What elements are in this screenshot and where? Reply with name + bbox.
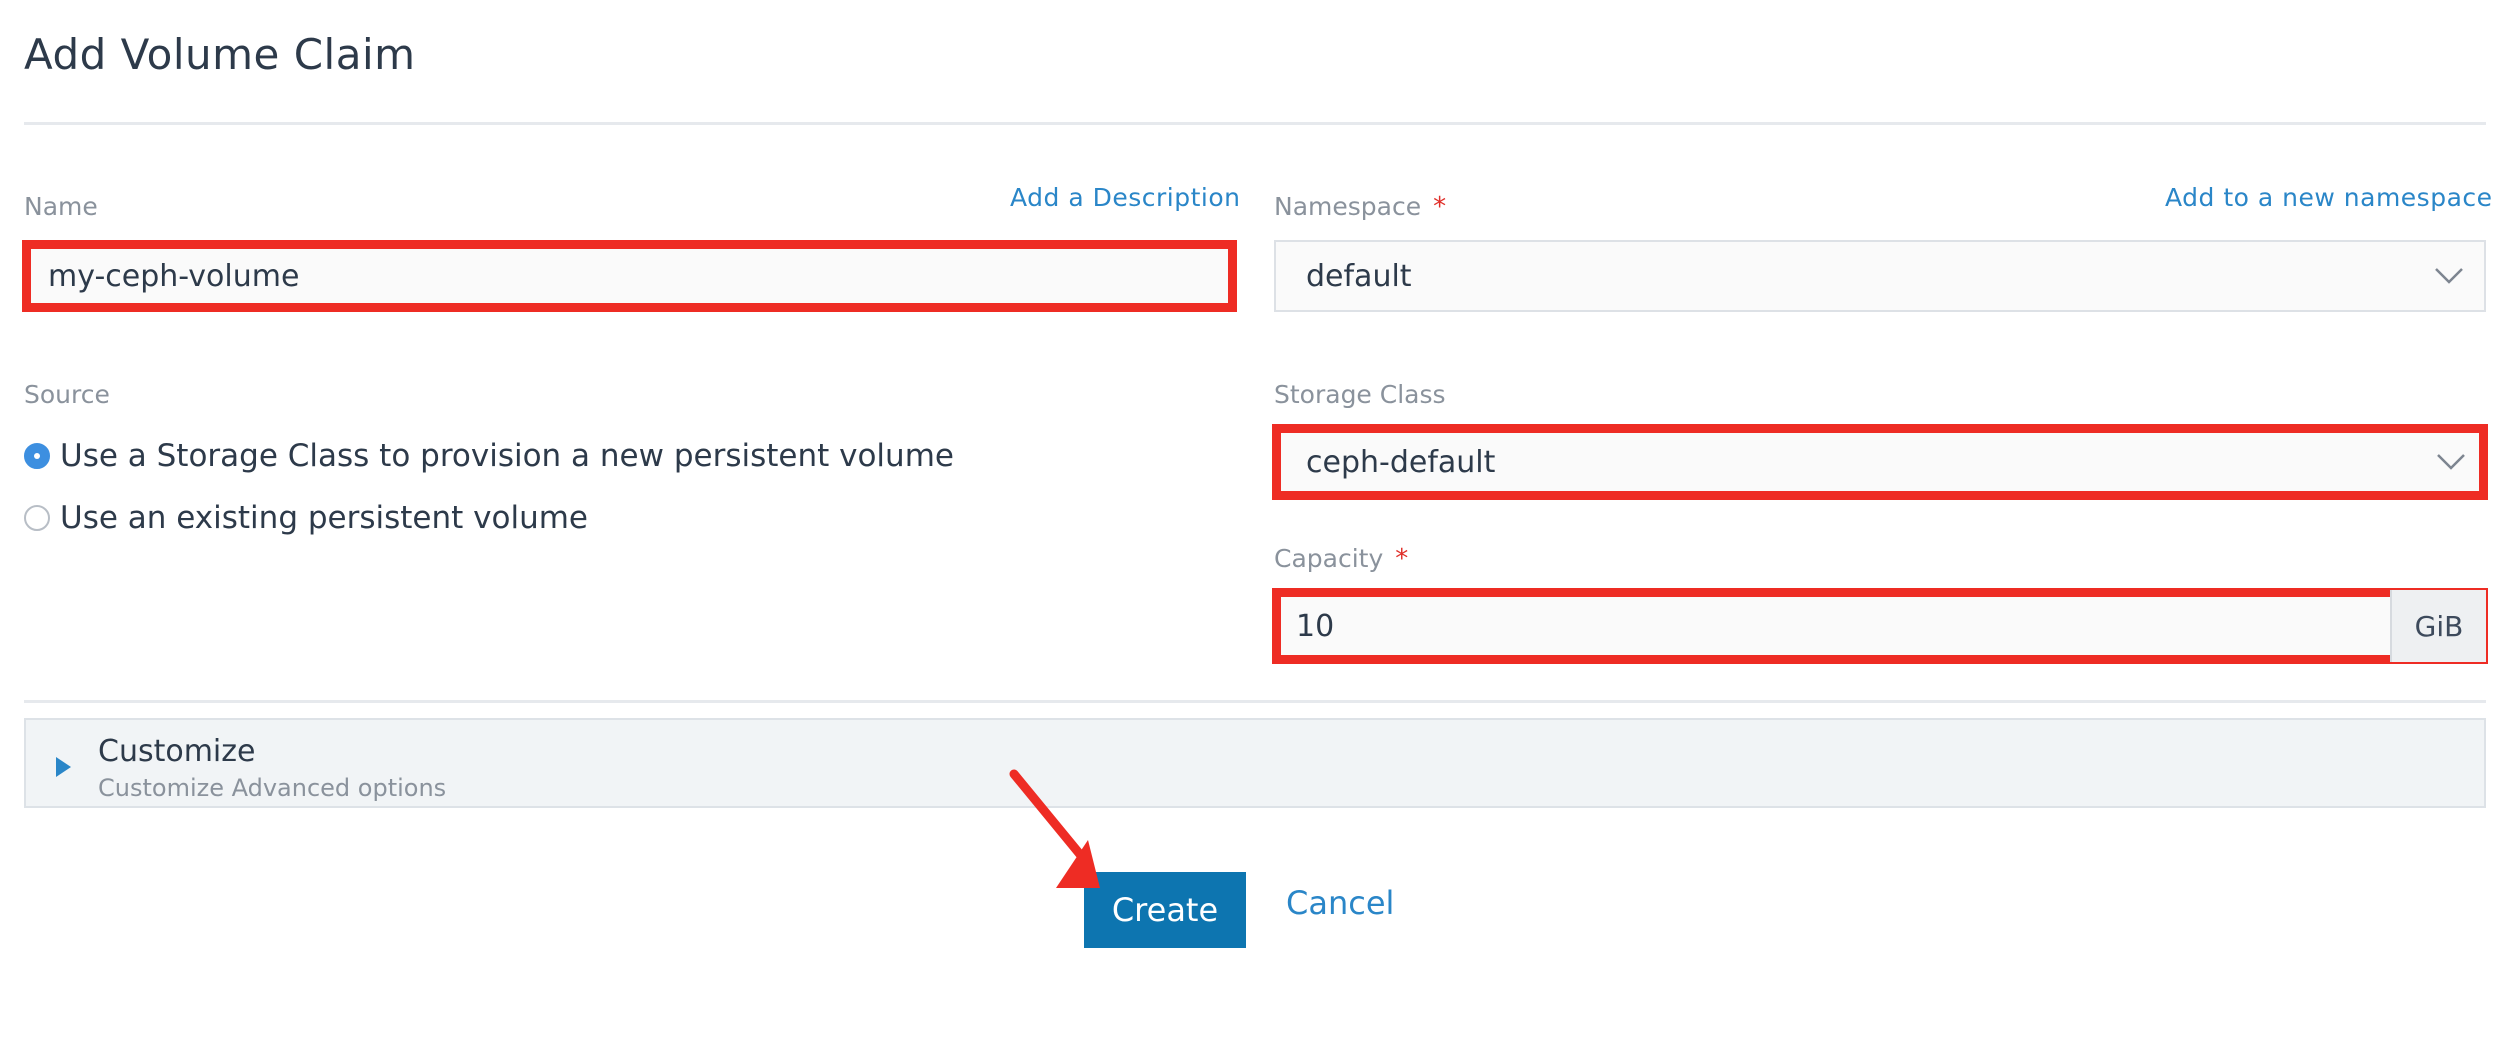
- source-option-label: Use an existing persistent volume: [60, 500, 588, 536]
- capacity-input[interactable]: 10 GiB: [1272, 588, 2488, 664]
- storage-class-select[interactable]: ceph-default: [1272, 424, 2488, 500]
- create-button[interactable]: Create: [1084, 872, 1246, 948]
- page-title: Add Volume Claim: [24, 30, 416, 79]
- customize-title: Customize: [98, 734, 256, 769]
- add-to-new-namespace-link[interactable]: Add to a new namespace: [2165, 183, 2493, 212]
- capacity-unit-addon: GiB: [2390, 590, 2486, 662]
- source-option-storage-class[interactable]: Use a Storage Class to provision a new p…: [24, 438, 954, 474]
- chevron-down-icon: [2437, 454, 2465, 470]
- name-label: Name: [24, 192, 98, 221]
- chevron-down-icon: [2435, 268, 2463, 284]
- namespace-label: Namespace *: [1274, 192, 1446, 222]
- namespace-required-mark: *: [1433, 192, 1447, 222]
- namespace-label-text: Namespace: [1274, 192, 1422, 221]
- expand-triangle-icon[interactable]: [56, 757, 71, 777]
- add-description-link[interactable]: Add a Description: [1010, 183, 1241, 212]
- storage-class-label: Storage Class: [1274, 380, 1446, 409]
- namespace-select[interactable]: default: [1274, 240, 2486, 312]
- customize-subtitle: Customize Advanced options: [98, 774, 447, 802]
- customize-accordion[interactable]: Customize Customize Advanced options: [24, 718, 2486, 808]
- section-divider: [24, 700, 2486, 703]
- radio-unselected-icon[interactable]: [24, 505, 50, 531]
- source-option-label: Use a Storage Class to provision a new p…: [60, 438, 954, 474]
- capacity-input-value: 10: [1296, 608, 1335, 644]
- add-volume-claim-page: Add Volume Claim Name Add a Description …: [0, 0, 2510, 1054]
- namespace-select-value: default: [1306, 258, 1412, 294]
- header-divider: [24, 122, 2486, 125]
- radio-selected-icon[interactable]: [24, 443, 50, 469]
- source-label: Source: [24, 380, 110, 409]
- name-input-value: my-ceph-volume: [48, 258, 300, 294]
- capacity-required-mark: *: [1395, 544, 1409, 574]
- storage-class-select-value: ceph-default: [1306, 444, 1496, 480]
- name-input[interactable]: my-ceph-volume: [22, 240, 1237, 312]
- source-option-existing-volume[interactable]: Use an existing persistent volume: [24, 500, 588, 536]
- capacity-label-text: Capacity: [1274, 544, 1384, 573]
- capacity-label: Capacity *: [1274, 544, 1408, 574]
- cancel-button[interactable]: Cancel: [1286, 884, 1394, 922]
